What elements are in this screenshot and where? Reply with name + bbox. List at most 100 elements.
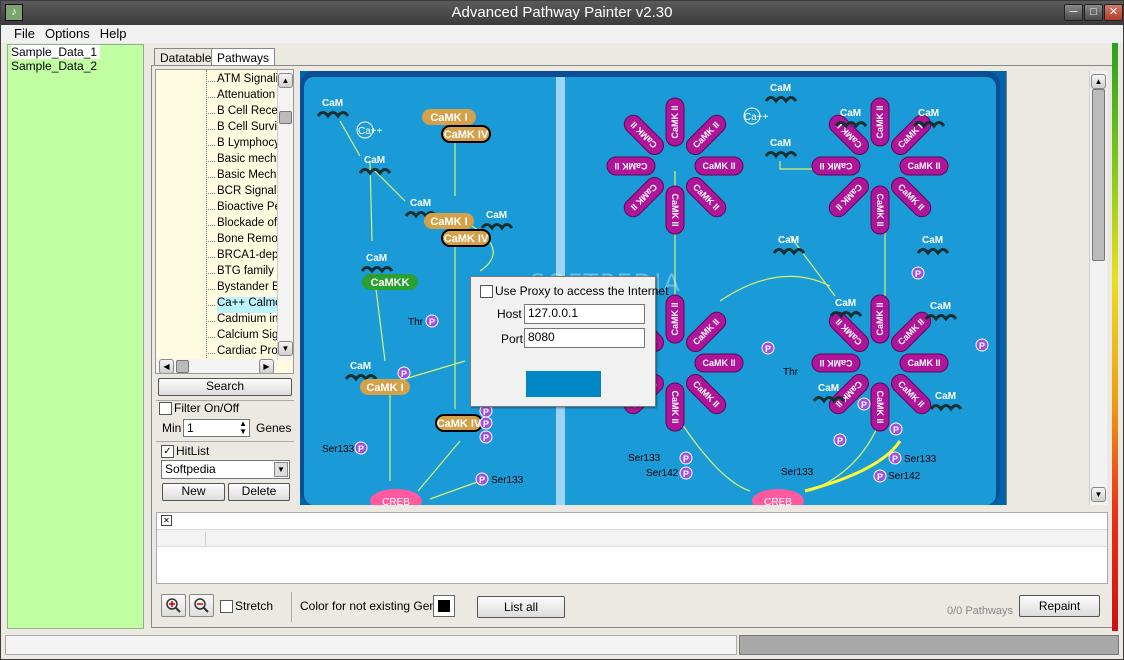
menu-bar: File Options Help [1, 25, 1123, 43]
tree-guide [206, 70, 207, 370]
ser133-label: Ser133 [491, 475, 524, 486]
minimize-icon[interactable]: ─ [1064, 4, 1083, 21]
status-text [5, 635, 737, 655]
min-genes-input[interactable]: 1 ▲ ▼ [183, 419, 250, 437]
tab-pathways[interactable]: Pathways [211, 48, 276, 66]
tree-connector [206, 337, 215, 338]
scroll-left-icon[interactable]: ◀ [159, 359, 174, 373]
divider [156, 441, 294, 442]
spin-icon[interactable]: ▲ ▼ [239, 420, 247, 436]
tree-item[interactable]: B Cell Recep [217, 105, 277, 121]
tree-item[interactable]: Basic mecha [217, 153, 277, 169]
hitlist-select[interactable]: Softpedia ▼ [161, 460, 290, 479]
cam-label: CaM [918, 108, 939, 119]
dataset-item[interactable]: Sample_Data_1 [11, 45, 101, 59]
search-button[interactable]: Search [158, 378, 292, 396]
new-hitlist-button[interactable]: New [162, 483, 225, 501]
close-icon[interactable]: ✕ [1104, 4, 1123, 21]
phospho-label: P [979, 341, 985, 351]
ca-label: Ca++ [358, 126, 383, 137]
scroll-up-icon[interactable]: ▲ [278, 73, 293, 88]
tree-item[interactable]: Bone Remod [217, 233, 277, 249]
camk2-label: CaMK II [670, 390, 680, 423]
proxy-checkbox[interactable] [480, 285, 493, 298]
close-icon[interactable]: ✕ [161, 515, 172, 526]
tree-connector [206, 305, 215, 306]
window-title: Advanced Pathway Painter v2.30 [451, 4, 673, 21]
dataset-item[interactable]: Sample_Data_2 [8, 59, 143, 73]
repaint-button[interactable]: Repaint [1019, 595, 1100, 617]
camk2-label: CaMK II [670, 105, 680, 138]
tree-connector [206, 193, 215, 194]
host-input[interactable]: 127.0.0.1 [524, 304, 645, 324]
camk2-label: CaMK II [670, 302, 680, 335]
phospho-label: P [483, 419, 489, 429]
camk2-label: CaMK II [702, 358, 735, 368]
menu-file[interactable]: File [9, 25, 40, 41]
scroll-down-icon[interactable]: ▼ [278, 341, 293, 356]
phospho-label: P [861, 400, 867, 410]
phospho-label: P [401, 369, 407, 379]
stretch-checkbox[interactable] [220, 600, 233, 613]
zoom-out-icon[interactable] [189, 594, 214, 617]
app-window: ♪ Advanced Pathway Painter v2.30 ─ □ ✕ F… [0, 0, 1124, 660]
camk2-label: CaMK II [614, 161, 647, 171]
phospho-label: P [479, 475, 485, 485]
proxy-ok-button[interactable] [526, 371, 601, 397]
cam-label: CaM [364, 155, 385, 166]
camk2-label: CaMK II [875, 302, 885, 335]
zoom-in-icon[interactable] [161, 594, 186, 617]
camk2-label: CaMK II [819, 161, 852, 171]
tree-item[interactable]: Blockade of [217, 217, 277, 233]
port-input[interactable]: 8080 [524, 328, 645, 348]
menu-options[interactable]: Options [40, 25, 95, 41]
tab-datatable[interactable]: Datatable [154, 48, 218, 66]
cam-label: CaM [818, 383, 839, 394]
hitlist-checkbox[interactable]: ✓ [161, 445, 174, 458]
tree-hscrollbar[interactable]: ◀ ▶ [156, 359, 277, 373]
cam-label: CaM [835, 298, 856, 309]
cam-label: CaM [922, 235, 943, 246]
scroll-up-icon[interactable]: ▲ [1091, 74, 1106, 89]
tree-item[interactable]: Calcium Sign [217, 329, 277, 345]
scroll-thumb[interactable] [279, 111, 292, 124]
tree-item[interactable]: BRCA1-depe [217, 249, 277, 265]
creb-label: CREB [764, 497, 792, 505]
cam-label: CaM [930, 301, 951, 312]
tree-item[interactable]: BCR Signali [217, 185, 277, 201]
scroll-down-icon[interactable]: ▼ [1091, 487, 1106, 502]
tree-item[interactable]: Bystander B [217, 281, 277, 297]
scroll-thumb[interactable] [1092, 89, 1105, 261]
tree-item[interactable]: Basic Mecha [217, 169, 277, 185]
phospho-label: P [483, 407, 489, 417]
tree-connector [206, 321, 215, 322]
phospho-label: P [483, 433, 489, 443]
diagram-vscrollbar[interactable]: ▲ ▼ [1089, 71, 1107, 505]
camk2-label: CaMK II [670, 193, 680, 226]
menu-help[interactable]: Help [95, 25, 132, 41]
delete-hitlist-button[interactable]: Delete [228, 483, 290, 501]
camk2-label: CaMK II [819, 358, 852, 368]
tree-item[interactable]: ATM Signali [217, 73, 277, 89]
color-swatch-button[interactable] [433, 595, 455, 617]
tree-item[interactable]: Ca++ Calmo [217, 297, 277, 313]
tree-item[interactable]: BTG family p [217, 265, 277, 281]
chevron-down-icon[interactable]: ▼ [274, 462, 288, 477]
list-all-button[interactable]: List all [477, 596, 565, 618]
scroll-right-icon[interactable]: ▶ [259, 359, 274, 373]
tree-item[interactable]: B Cell Surviv [217, 121, 277, 137]
scroll-thumb[interactable] [176, 360, 189, 373]
filter-label: Filter On/Off [174, 401, 240, 415]
pathway-tree: ATM SignaliAttenuationB Cell RecepB Cell… [155, 69, 294, 374]
filter-checkbox[interactable] [159, 402, 172, 415]
cam-label: CaM [840, 108, 861, 119]
tree-vscrollbar[interactable]: ▲ ▼ [277, 70, 293, 360]
tree-item[interactable]: B Lymphocy [217, 137, 277, 153]
tree-item[interactable]: Cadmium ind [217, 313, 277, 329]
cam-label: CaM [935, 391, 956, 402]
tree-connector [206, 145, 215, 146]
tree-item[interactable]: Bioactive Pe [217, 201, 277, 217]
tree-item[interactable]: Attenuation [217, 89, 277, 105]
camk2-label: CaMK II [875, 193, 885, 226]
maximize-icon[interactable]: □ [1084, 4, 1103, 21]
